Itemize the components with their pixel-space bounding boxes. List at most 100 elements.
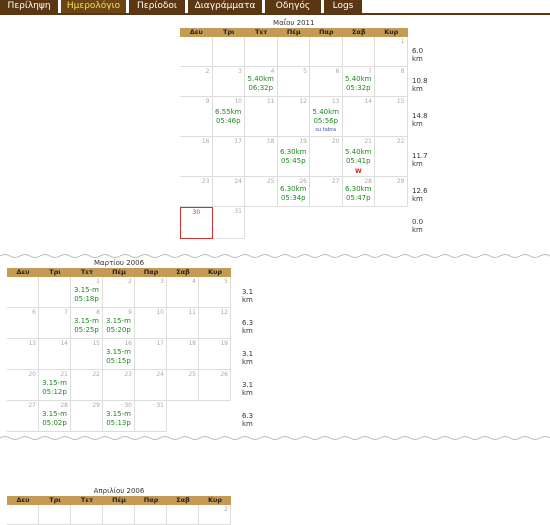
calendar-day[interactable]: 1 [375,37,408,67]
calendar-day[interactable]: 5 [277,67,310,97]
calendar-day-today[interactable]: 30 [180,207,213,239]
tab-2[interactable]: Περίοδοι [129,0,185,13]
calendar-day[interactable]: 15 [71,339,103,370]
calendar-day[interactable]: 7 5.40km 05:32p [342,67,375,97]
calendar-day[interactable]: 27 [310,177,343,207]
calendar-day[interactable]: 21 3.15-m 05:12p [39,370,71,401]
run-pace[interactable]: 05:15p [103,357,134,366]
calendar-day[interactable] [7,505,39,525]
run-distance[interactable]: 6.30km [343,185,375,194]
calendar-day[interactable]: 19 6.30km 05:45p [277,137,310,177]
calendar-day[interactable]: 31 [212,207,245,239]
calendar-day[interactable]: 3 [135,277,167,308]
calendar-day[interactable]: 11 [167,308,199,339]
run-pace[interactable]: 05:45p [278,157,310,166]
calendar-day[interactable]: 22 [71,370,103,401]
run-distance[interactable]: 3.15-m [103,317,134,326]
calendar-day[interactable]: 15 [375,97,408,137]
calendar-day[interactable] [212,37,245,67]
run-pace[interactable]: 05:46p [213,117,245,126]
calendar-day[interactable] [39,505,71,525]
calendar-day[interactable]: 24 [135,370,167,401]
calendar-day[interactable]: 17 [135,339,167,370]
run-pace[interactable]: 05:47p [343,194,375,203]
run-pace[interactable]: 05:20p [103,326,134,335]
calendar-day[interactable]: 3 [212,67,245,97]
calendar-day[interactable]: 28 6.30km 05:47p [342,177,375,207]
run-tag[interactable]: su tabra [310,127,342,133]
run-pace[interactable]: 05:25p [71,326,102,335]
calendar-day[interactable] [167,505,199,525]
run-distance[interactable]: 3.15-m [103,348,134,357]
calendar-day[interactable]: 10 [135,308,167,339]
calendar-day[interactable] [180,37,213,67]
calendar-day[interactable]: 16 3.15-m 05:15p [103,339,135,370]
tab-1[interactable]: Ημερολόγιο [61,0,126,13]
tab-5[interactable]: Logs [324,0,362,13]
calendar-day[interactable]: 29 [375,177,408,207]
calendar-day[interactable]: 18 [245,137,278,177]
calendar-day[interactable]: 23 [180,177,213,207]
calendar-day[interactable] [135,505,167,525]
calendar-day[interactable]: 8 3.15-m 05:25p [71,308,103,339]
run-pace[interactable]: 05:32p [343,84,375,93]
calendar-day[interactable]: 21 5.40km 05:41p W [342,137,375,177]
calendar-day[interactable]: 20 [7,370,39,401]
calendar-day[interactable] [277,37,310,67]
calendar-day[interactable]: 2 [199,505,231,525]
run-distance[interactable]: 5.40km [343,75,375,84]
calendar-day[interactable]: 25 [245,177,278,207]
run-distance[interactable]: 3.15-m [39,410,70,419]
calendar-day[interactable]: 27 [7,401,39,432]
run-pace[interactable]: 05:12p [39,388,70,397]
calendar-day[interactable] [39,277,71,308]
calendar-day[interactable]: 19 [199,339,231,370]
calendar-day[interactable]: 9 3.15-m 05:20p [103,308,135,339]
calendar-day[interactable]: 1 3.15-m 05:18p [71,277,103,308]
calendar-day[interactable]: 11 [245,97,278,137]
run-distance[interactable]: 6.30km [278,185,310,194]
calendar-day[interactable]: 9 [180,97,213,137]
calendar-day[interactable]: 29 [71,401,103,432]
calendar-day[interactable]: 7 [39,308,71,339]
calendar-day[interactable]: 16 [180,137,213,177]
calendar-day[interactable]: 5 [199,277,231,308]
run-pace[interactable]: 05:18p [71,295,102,304]
run-pace[interactable]: 05:02p [39,419,70,428]
calendar-day[interactable] [245,37,278,67]
calendar-day[interactable]: 10 6.55km 05:46p [212,97,245,137]
tab-3[interactable]: Διαγράμματα [188,0,262,13]
run-distance[interactable]: 3.15-m [71,286,102,295]
calendar-day[interactable]: 8 [375,67,408,97]
calendar-day[interactable]: 31 [135,401,167,432]
calendar-day[interactable]: 22 [375,137,408,177]
calendar-day[interactable]: 6 [7,308,39,339]
calendar-day[interactable]: 14 [39,339,71,370]
calendar-day[interactable] [342,37,375,67]
run-distance[interactable]: 3.15-m [103,410,134,419]
calendar-day[interactable]: 12 [277,97,310,137]
run-distance[interactable]: 5.40km [310,108,342,117]
calendar-day[interactable]: 24 [212,177,245,207]
run-pace[interactable]: 05:13p [103,419,134,428]
run-distance[interactable]: 5.40km [245,75,277,84]
run-distance[interactable]: 3.15-m [71,317,102,326]
calendar-day[interactable]: 26 [199,370,231,401]
run-pace[interactable]: 05:41p [343,157,375,166]
calendar-day[interactable]: 18 [167,339,199,370]
run-distance[interactable]: 5.40km [343,148,375,157]
run-pace[interactable]: 05:56p [310,117,342,126]
calendar-day[interactable]: 4 5.40km 06:32p [245,67,278,97]
run-distance[interactable]: 6.30km [278,148,310,157]
calendar-day[interactable]: 4 [167,277,199,308]
calendar-day[interactable]: 20 [310,137,343,177]
calendar-day[interactable]: 2 [103,277,135,308]
calendar-day[interactable]: 12 [199,308,231,339]
calendar-day[interactable]: 13 5.40km 05:56p su tabra [310,97,343,137]
calendar-day[interactable] [71,505,103,525]
calendar-day[interactable]: 25 [167,370,199,401]
calendar-day[interactable]: 6 [310,67,343,97]
run-pace[interactable]: 05:34p [278,194,310,203]
run-pace[interactable]: 06:32p [245,84,277,93]
run-distance[interactable]: 3.15-m [39,379,70,388]
